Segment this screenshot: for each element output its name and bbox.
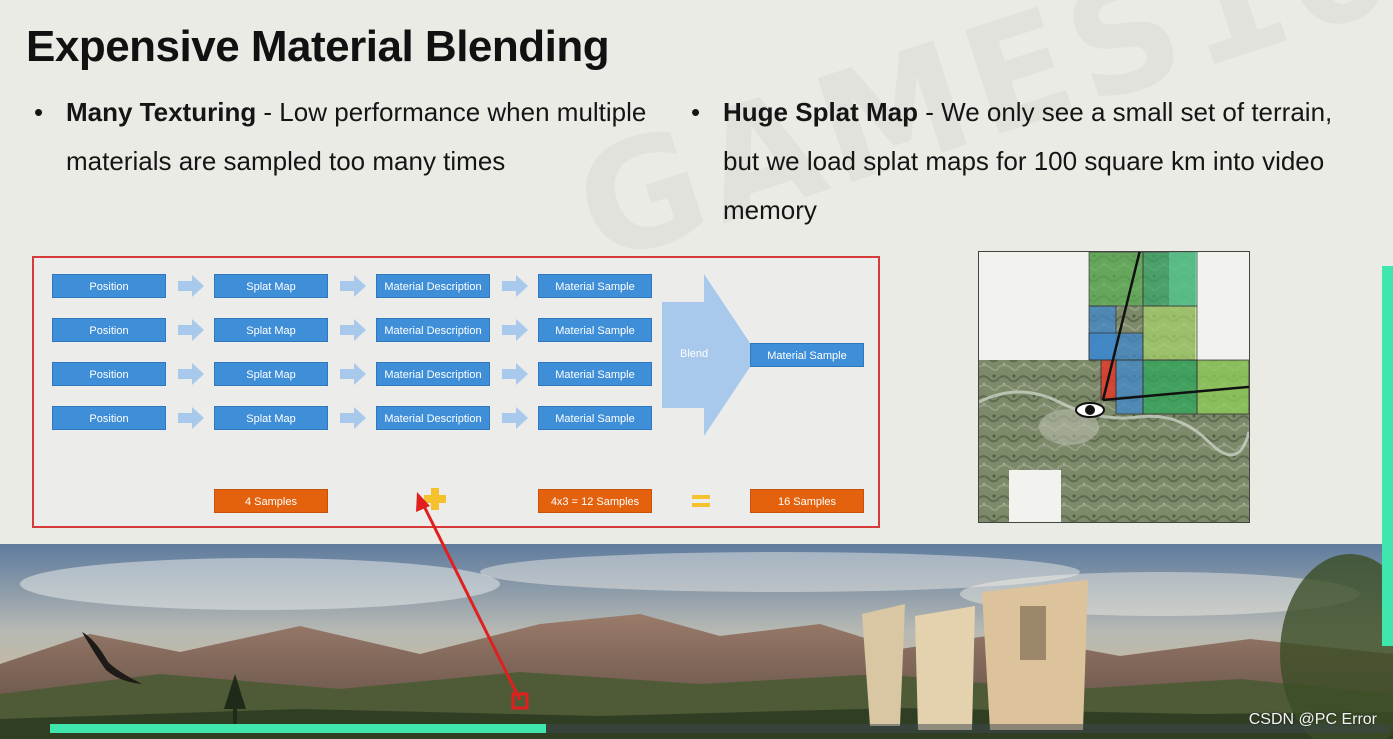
bullet-marker: • <box>691 97 701 127</box>
plus-icon <box>424 488 446 510</box>
bullet-heading: Huge Splat Map <box>723 97 919 127</box>
bullet-heading: Many Texturing <box>66 97 257 127</box>
slide: GAMES104 Expensive Material Blending • M… <box>0 0 1393 739</box>
flow-arrow-icon <box>178 407 204 429</box>
flow-arrow-icon <box>340 319 366 341</box>
material-sample-box: Material Sample <box>538 362 652 386</box>
twelve-samples-box: 4x3 = 12 Samples <box>538 489 652 513</box>
position-box: Position <box>52 274 166 298</box>
playback-progress-fill <box>50 724 546 733</box>
blending-flow-diagram: Position Splat Map Material Description … <box>32 256 880 528</box>
splat-map-box: Splat Map <box>214 406 328 430</box>
flow-arrow-icon <box>178 363 204 385</box>
material-sample-box: Material Sample <box>538 274 652 298</box>
material-description-box: Material Description <box>376 274 490 298</box>
terrain-map-image <box>978 233 1282 522</box>
splat-map-box: Splat Map <box>214 274 328 298</box>
output-material-sample-box: Material Sample <box>750 343 864 367</box>
mountain-landscape-image <box>0 544 1393 739</box>
flow-arrow-icon <box>502 363 528 385</box>
flow-arrow-icon <box>502 319 528 341</box>
splat-map-terrain-figure <box>978 233 1282 523</box>
credit-watermark: CSDN @PC Error <box>1248 711 1377 728</box>
four-samples-box: 4 Samples <box>214 489 328 513</box>
material-description-box: Material Description <box>376 406 490 430</box>
bullet-marker: • <box>34 97 44 127</box>
landscape-banner-image <box>0 544 1393 739</box>
position-box: Position <box>52 362 166 386</box>
material-description-box: Material Description <box>376 318 490 342</box>
blend-arrow-icon <box>662 274 758 436</box>
flow-arrow-icon <box>502 275 528 297</box>
flow-arrow-icon <box>178 275 204 297</box>
sixteen-samples-box: 16 Samples <box>750 489 864 513</box>
equals-icon <box>692 495 710 507</box>
playback-progress-bar[interactable] <box>50 724 1390 733</box>
flow-arrow-icon <box>340 363 366 385</box>
flow-arrow-icon <box>178 319 204 341</box>
blend-label: Blend <box>680 348 709 360</box>
material-description-box: Material Description <box>376 362 490 386</box>
splat-map-box: Splat Map <box>214 362 328 386</box>
accent-bar <box>1382 266 1393 646</box>
bullet-many-texturing: • Many Texturing - Low performance when … <box>34 88 656 186</box>
position-box: Position <box>52 406 166 430</box>
eye-icon <box>1075 402 1105 418</box>
flow-arrow-icon <box>340 407 366 429</box>
slide-title: Expensive Material Blending <box>26 22 610 71</box>
bullet-huge-splat-map: • Huge Splat Map - We only see a small s… <box>691 88 1343 235</box>
flow-arrow-icon <box>502 407 528 429</box>
material-sample-box: Material Sample <box>538 318 652 342</box>
splat-map-box: Splat Map <box>214 318 328 342</box>
flow-arrow-icon <box>340 275 366 297</box>
position-box: Position <box>52 318 166 342</box>
material-sample-box: Material Sample <box>538 406 652 430</box>
